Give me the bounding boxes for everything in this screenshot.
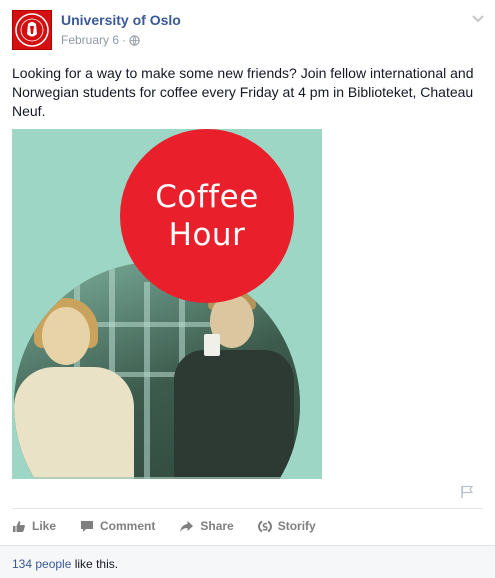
actions-divider [12, 508, 483, 509]
page-name-link[interactable]: University of Oslo [61, 12, 181, 28]
share-label: Share [200, 519, 234, 533]
storify-icon [257, 520, 272, 532]
likes-summary: 134 people like this. [12, 557, 118, 571]
likes-bar: 134 people like this. [0, 545, 495, 578]
storify-label: Storify [277, 519, 316, 533]
badge-line1: Coffee [155, 179, 259, 215]
facebook-post: University of Oslo February 6 · Looking … [0, 0, 495, 578]
likes-people-link[interactable]: 134 people [12, 557, 71, 571]
post-actions: Like Comment Share Storify [12, 516, 340, 536]
badge-line2: Hour [168, 217, 246, 253]
comment-icon [81, 520, 94, 532]
post-date-link[interactable]: February 6 [61, 33, 119, 47]
globe-icon [129, 34, 140, 46]
photo-circle [14, 262, 300, 479]
comment-label: Comment [100, 519, 156, 533]
coffee-hour-badge: Coffee Hour [120, 129, 294, 303]
share-icon [180, 520, 194, 532]
like-button[interactable]: Like [12, 519, 56, 533]
likes-suffix: like this. [71, 557, 119, 571]
university-logo-icon[interactable] [12, 10, 52, 50]
meta-separator: · [122, 33, 127, 47]
post-image[interactable]: Coffee Hour [12, 129, 322, 479]
flag-icon[interactable] [460, 485, 474, 499]
storify-button[interactable]: Storify [257, 519, 316, 533]
share-button[interactable]: Share [179, 519, 234, 533]
like-icon [13, 520, 25, 532]
post-meta: February 6 · [61, 33, 140, 47]
chevron-down-icon[interactable] [471, 14, 485, 24]
like-label: Like [32, 519, 57, 533]
comment-button[interactable]: Comment [80, 519, 155, 533]
post-text: Looking for a way to make some new frien… [12, 65, 474, 119]
